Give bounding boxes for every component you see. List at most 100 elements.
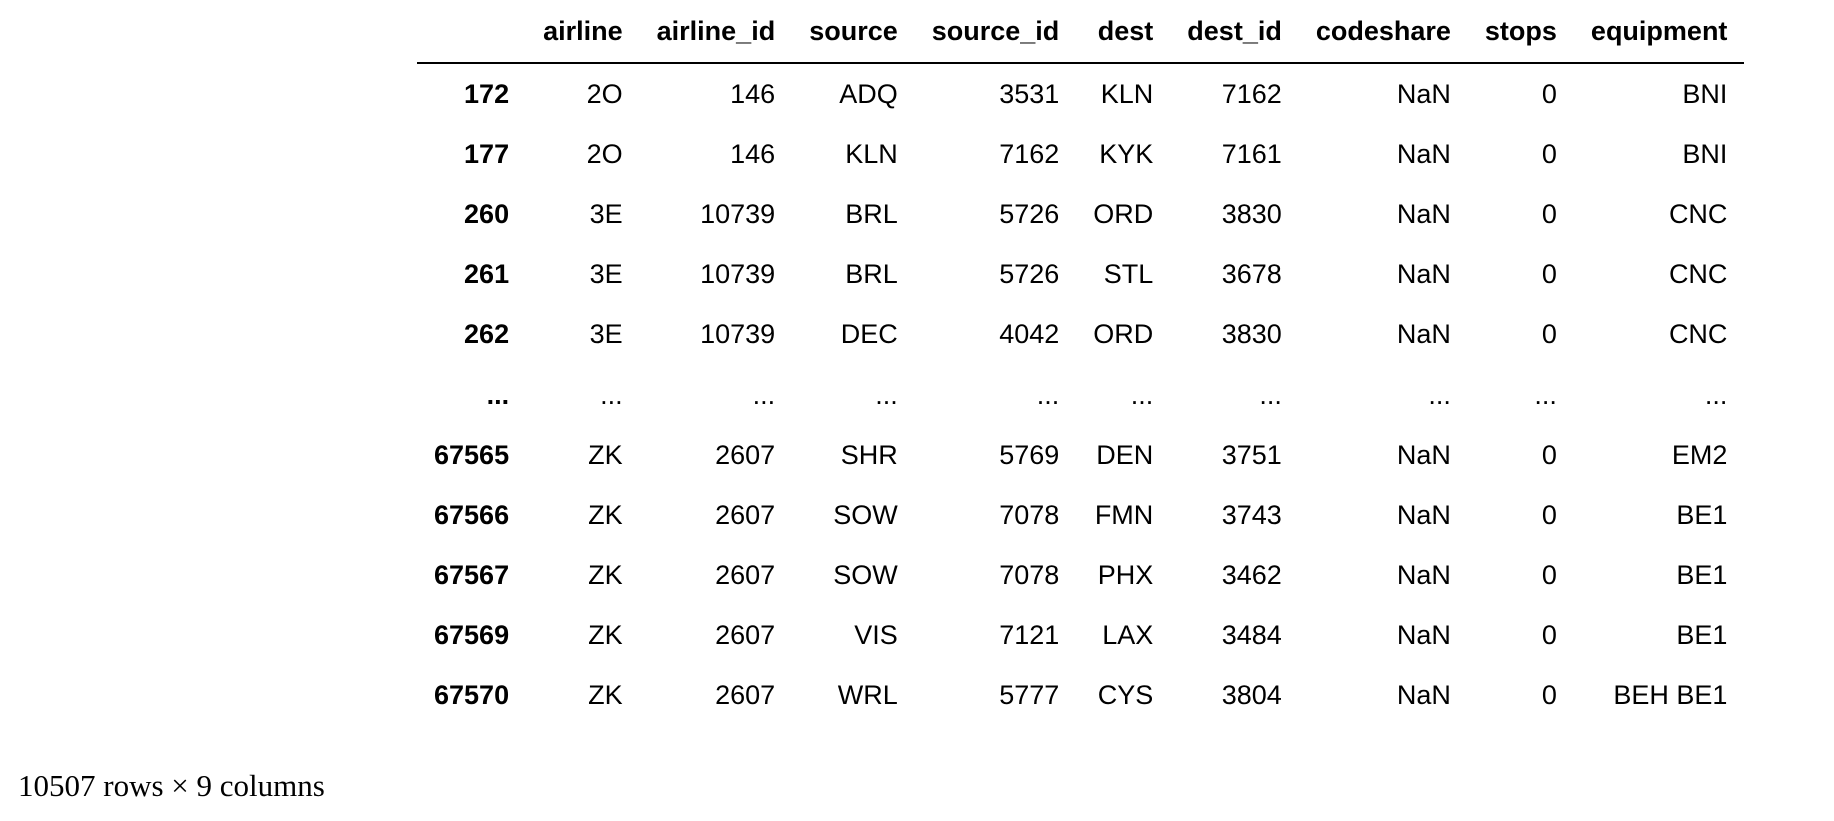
cell-dest-id: 3743 — [1221, 499, 1282, 530]
cell-airline: 3E — [589, 319, 623, 350]
cell-equipment: BE1 — [1676, 499, 1728, 530]
row-index: ... — [486, 379, 510, 410]
header-row: airline airline_id source source_id dest… — [417, 0, 1745, 64]
cell-codeshare: NaN — [1396, 560, 1451, 591]
cell-codeshare: NaN — [1396, 78, 1451, 109]
row-index: 67569 — [434, 620, 510, 651]
row-index: 67565 — [434, 439, 510, 470]
cell-equipment: EM2 — [1671, 439, 1728, 470]
column-header-source-id: source_id — [914, 0, 1077, 64]
cell-dest: ... — [1130, 379, 1154, 410]
cell-equipment: CNC — [1668, 259, 1728, 290]
cell-codeshare: NaN — [1396, 319, 1451, 350]
cell-stops: 0 — [1541, 620, 1557, 651]
cell-source: BRL — [845, 259, 898, 290]
cell-airline-id: 10739 — [700, 319, 776, 350]
cell-stops: 0 — [1541, 198, 1557, 229]
table-row: 172 2O 146 ADQ 3531 KLN 7162 NaN 0 BNI — [417, 63, 1744, 124]
cell-source-id: 7078 — [999, 560, 1060, 591]
cell-dest: DEN — [1096, 439, 1154, 470]
cell-source-id: 7121 — [999, 620, 1060, 651]
cell-airline: ZK — [588, 499, 623, 530]
table-row: 67569 ZK 2607 VIS 7121 LAX 3484 NaN 0 BE1 — [417, 606, 1744, 666]
cell-stops: ... — [1534, 379, 1557, 410]
cell-source-id: 5769 — [999, 439, 1060, 470]
cell-equipment: CNC — [1668, 319, 1728, 350]
cell-equipment: BEH BE1 — [1613, 680, 1728, 711]
cell-dest: ORD — [1093, 198, 1154, 229]
cell-dest-id: 3678 — [1221, 259, 1282, 290]
cell-equipment: CNC — [1668, 198, 1728, 229]
cell-source-id: 5726 — [999, 198, 1060, 229]
table-row: 67566 ZK 2607 SOW 7078 FMN 3743 NaN 0 BE1 — [417, 485, 1744, 545]
cell-dest-id: 3830 — [1221, 198, 1282, 229]
cell-codeshare: NaN — [1396, 259, 1451, 290]
column-header-source: source — [792, 0, 915, 64]
cell-codeshare: NaN — [1396, 499, 1451, 530]
table-row: 260 3E 10739 BRL 5726 ORD 3830 NaN 0 CNC — [417, 184, 1744, 244]
cell-stops: 0 — [1541, 78, 1557, 109]
row-index: 172 — [464, 78, 510, 109]
cell-source-id: 5726 — [999, 259, 1060, 290]
cell-dest: CYS — [1097, 680, 1154, 711]
cell-source: DEC — [840, 319, 898, 350]
cell-equipment: BNI — [1682, 138, 1728, 169]
table-row: 262 3E 10739 DEC 4042 ORD 3830 NaN 0 CNC — [417, 305, 1744, 365]
cell-source: VIS — [854, 620, 898, 651]
cell-airline-id: 10739 — [700, 198, 776, 229]
column-header-equipment: equipment — [1573, 0, 1745, 64]
cell-airline-id: 2607 — [715, 620, 776, 651]
cell-source: BRL — [845, 198, 898, 229]
cell-dest-id: ... — [1259, 379, 1282, 410]
shape-caption: 10507 rows × 9 columns — [18, 768, 325, 803]
column-header-dest-id: dest_id — [1170, 0, 1299, 64]
table-row: 67567 ZK 2607 SOW 7078 PHX 3462 NaN 0 BE1 — [417, 546, 1744, 606]
cell-dest-id: 3462 — [1221, 560, 1282, 591]
row-index: 177 — [464, 138, 510, 169]
cell-stops: 0 — [1541, 680, 1557, 711]
cell-airline: ... — [600, 379, 623, 410]
cell-stops: 0 — [1541, 319, 1557, 350]
cell-airline-id: 2607 — [715, 499, 776, 530]
table-row: .............................. — [417, 365, 1744, 425]
cell-source: ADQ — [839, 78, 898, 109]
cell-source-id: 5777 — [999, 680, 1060, 711]
cell-source: KLN — [845, 138, 898, 169]
row-index: 67566 — [434, 499, 510, 530]
cell-dest-id: 3751 — [1221, 439, 1282, 470]
table-body: 172 2O 146 ADQ 3531 KLN 7162 NaN 0 BNI 177 2O 146 KLN… — [417, 63, 1744, 726]
cell-dest: KYK — [1099, 138, 1154, 169]
cell-stops: 0 — [1541, 560, 1557, 591]
table-row: 261 3E 10739 BRL 5726 STL 3678 NaN 0 CNC — [417, 245, 1744, 305]
cell-source: SHR — [840, 439, 898, 470]
row-index: 67567 — [434, 560, 510, 591]
row-index: 262 — [464, 319, 510, 350]
cell-dest-id: 7162 — [1221, 78, 1282, 109]
cell-airline: 3E — [589, 198, 623, 229]
cell-source: ... — [875, 379, 898, 410]
row-index: 261 — [464, 259, 510, 290]
table-row: 67565 ZK 2607 SHR 5769 DEN 3751 NaN 0 EM2 — [417, 425, 1744, 485]
cell-dest-id: 3804 — [1221, 680, 1282, 711]
dataframe-table: airline airline_id source source_id dest… — [417, 0, 1745, 726]
cell-codeshare: NaN — [1396, 680, 1451, 711]
table-row: 177 2O 146 KLN 7162 KYK 7161 NaN 0 BNI — [417, 124, 1744, 184]
cell-source-id: 7162 — [999, 138, 1060, 169]
cell-dest: FMN — [1094, 499, 1154, 530]
cell-codeshare: NaN — [1396, 439, 1451, 470]
cell-airline-id: 2607 — [715, 560, 776, 591]
cell-dest: KLN — [1100, 78, 1154, 109]
cell-stops: 0 — [1541, 439, 1557, 470]
row-index: 67570 — [434, 680, 510, 711]
cell-airline: ZK — [588, 560, 623, 591]
cell-dest-id: 3484 — [1221, 620, 1282, 651]
cell-airline: 2O — [586, 78, 623, 109]
cell-dest: PHX — [1097, 560, 1154, 591]
column-header-codeshare: codeshare — [1298, 0, 1468, 64]
cell-dest: LAX — [1102, 620, 1154, 651]
cell-codeshare: NaN — [1396, 198, 1451, 229]
table-row: 67570 ZK 2607 WRL 5777 CYS 3804 NaN 0 BEH BE1 — [417, 666, 1744, 726]
column-header-stops: stops — [1467, 0, 1574, 64]
cell-equipment: ... — [1704, 379, 1728, 410]
cell-airline: 2O — [586, 138, 623, 169]
